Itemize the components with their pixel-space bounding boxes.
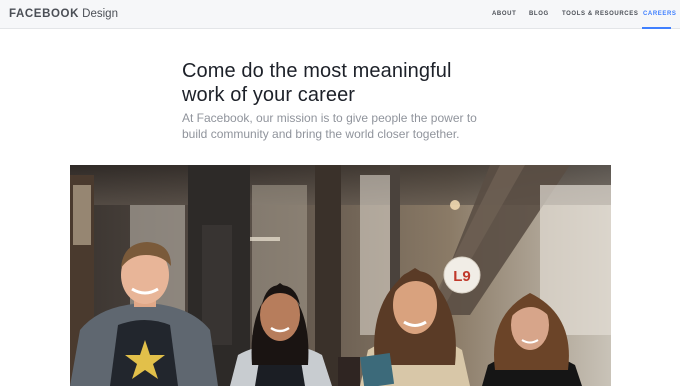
nav-link-tools-resources[interactable]: TOOLS & RESOURCES [562,10,638,18]
top-navigation-bar: FACEBOOK Design ABOUT BLOG TOOLS & RESOU… [0,0,680,29]
nav-link-about[interactable]: ABOUT [492,10,516,18]
facebook-design-logo[interactable]: FACEBOOK Design [9,8,118,21]
sign-text: L9 [453,268,471,285]
active-nav-indicator [642,27,671,29]
mission-statement: At Facebook, our mission is to give peop… [182,110,502,142]
nav-link-careers[interactable]: CAREERS [643,10,677,18]
team-photo-illustration: L9 [70,165,611,386]
mission-line-2: build community and bring the world clos… [182,127,460,141]
mission-line-1: At Facebook, our mission is to give peop… [182,111,477,125]
team-photo: L9 [70,165,611,386]
logo-text-design: Design [78,8,118,20]
headline-line-1: Come do the most meaningful [182,60,452,82]
page-headline: Come do the most meaningful work of your… [182,59,502,107]
nav-link-blog[interactable]: BLOG [529,10,549,18]
headline-line-2: work of your career [182,84,356,106]
logo-text-facebook: FACEBOOK [9,8,79,20]
